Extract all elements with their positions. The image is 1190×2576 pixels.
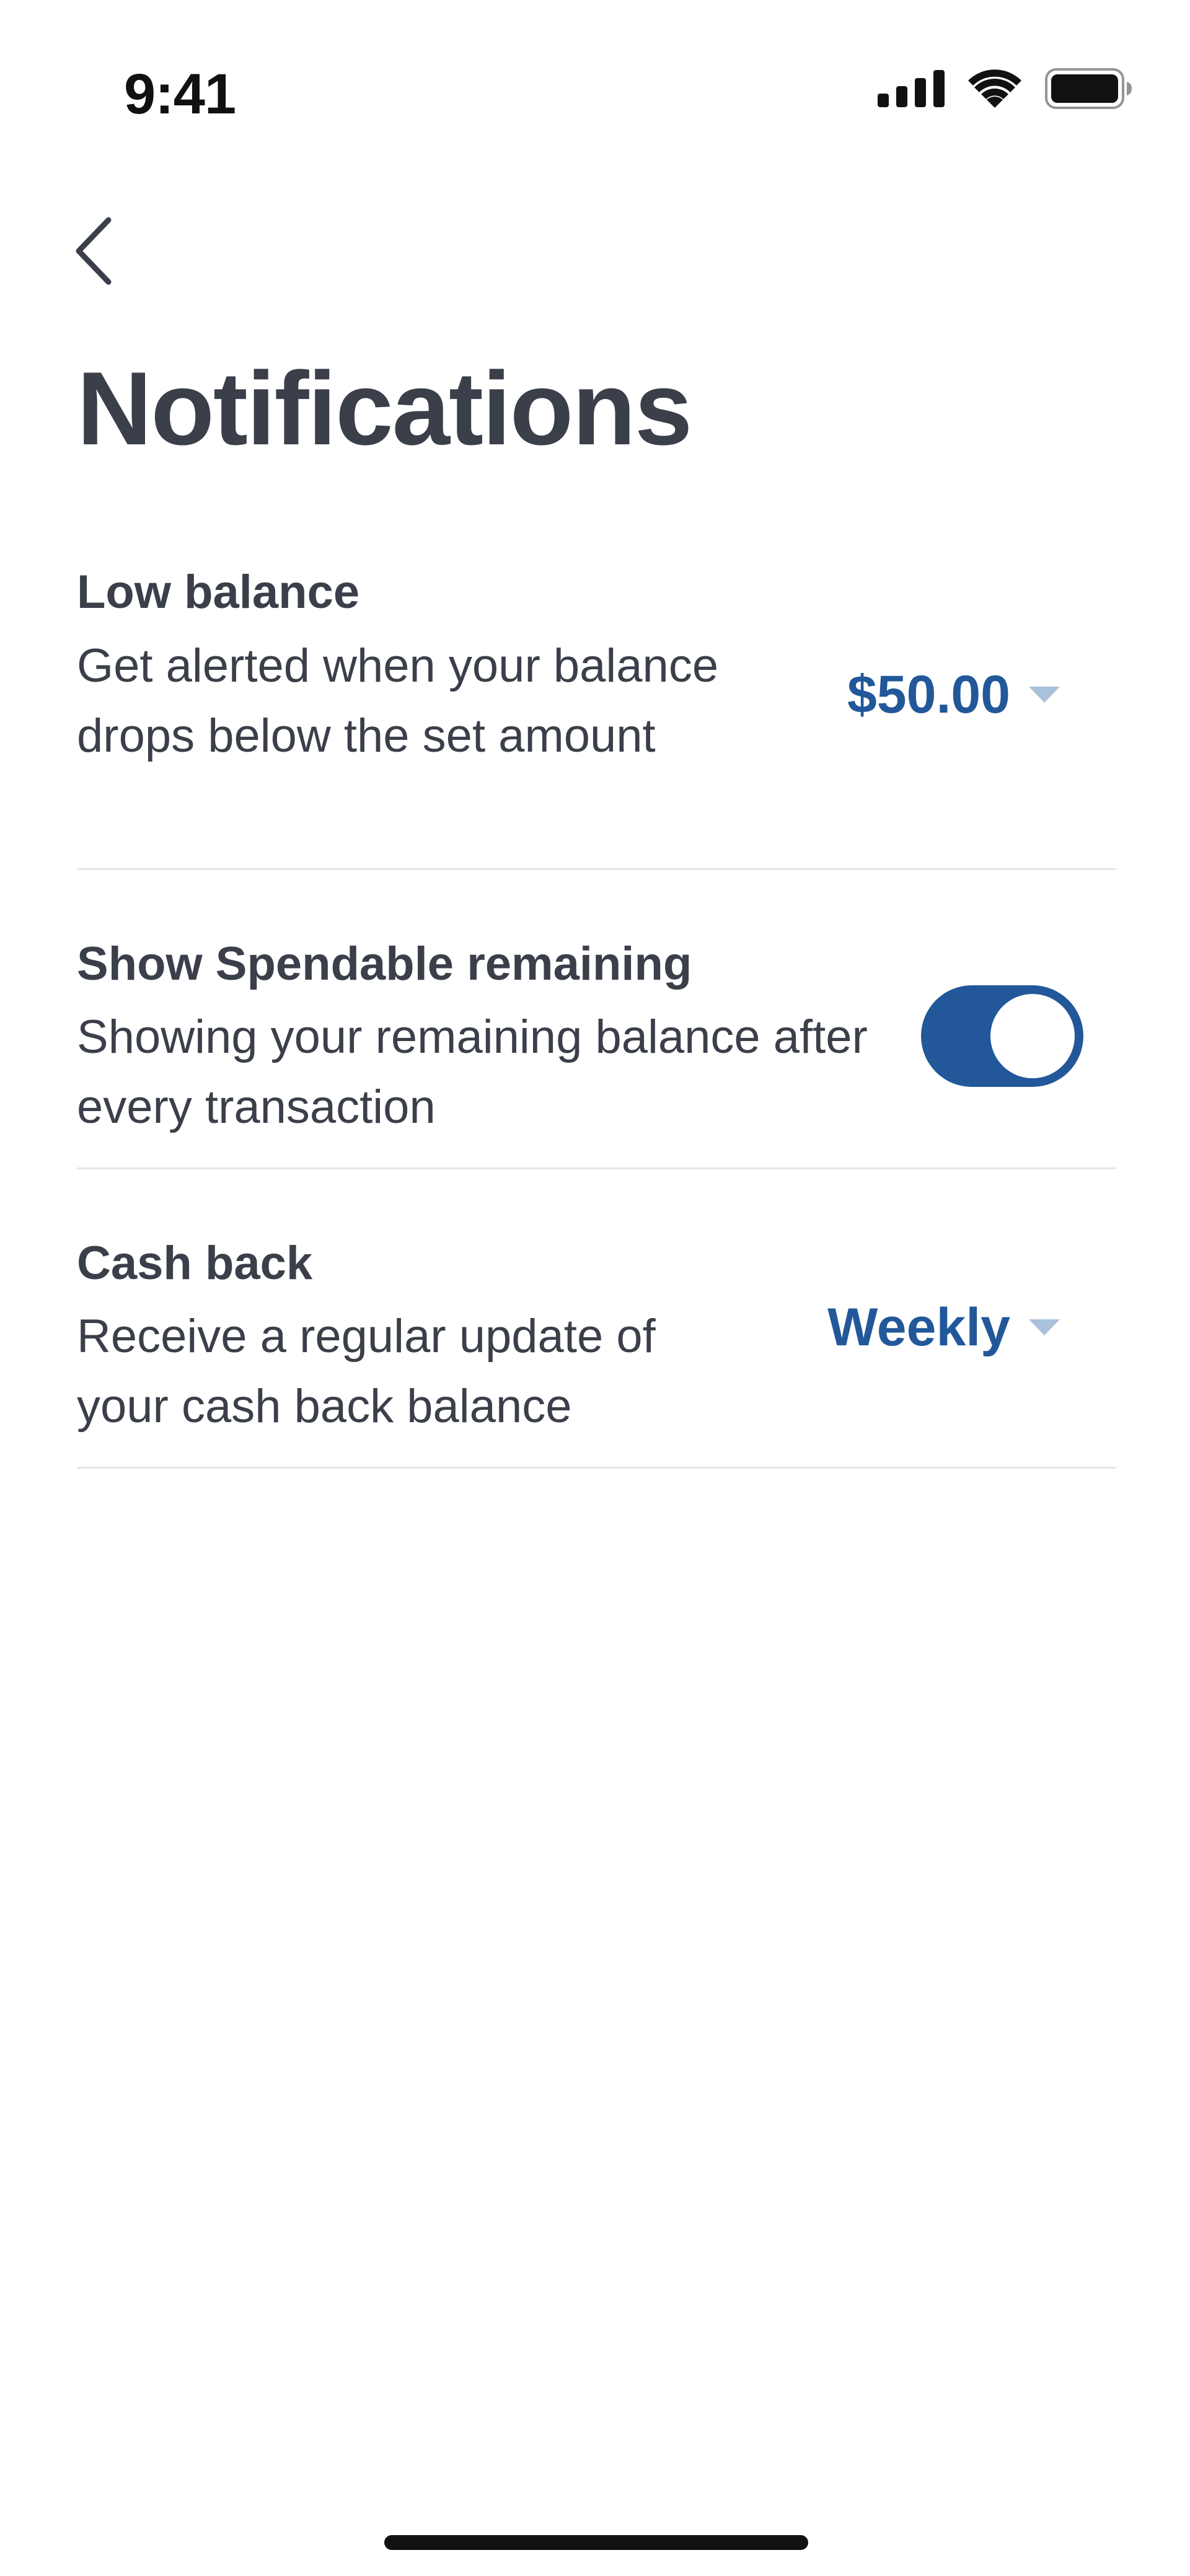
dropdown-value: Weekly: [827, 1298, 1010, 1357]
caret-down-icon: [1029, 1319, 1060, 1335]
status-icons: [878, 68, 1132, 109]
cash-back-frequency-dropdown[interactable]: Weekly: [827, 1301, 1060, 1354]
chevron-left-icon: [76, 217, 112, 285]
setting-title: Show Spendable remaining: [77, 938, 692, 990]
battery-icon: [1045, 68, 1132, 109]
page-title: Notifications: [77, 350, 692, 467]
settings-list: Low balance Get alerted when your balanc…: [77, 552, 1116, 1469]
status-bar: 9:41: [0, 0, 1190, 186]
caret-down-icon: [1029, 687, 1060, 703]
setting-description: Showing your remaining balance after eve…: [77, 1011, 868, 1133]
wifi-icon: [968, 69, 1021, 108]
spendable-remaining-toggle[interactable]: [921, 985, 1083, 1087]
dropdown-value: $50.00: [847, 665, 1010, 724]
setting-title: Low balance: [77, 566, 360, 618]
setting-description: Get alerted when your balance drops belo…: [77, 640, 719, 762]
status-time: 9:41: [124, 63, 236, 126]
setting-description: Receive a regular update of your cash ba…: [77, 1310, 656, 1433]
cellular-signal-icon: [878, 70, 945, 107]
low-balance-amount-dropdown[interactable]: $50.00: [847, 668, 1060, 721]
setting-row-spendable-remaining: Show Spendable remaining Showing your re…: [77, 870, 1116, 1169]
setting-row-low-balance: Low balance Get alerted when your balanc…: [77, 552, 1116, 870]
home-indicator[interactable]: [384, 2535, 808, 2550]
setting-row-cash-back: Cash back Receive a regular update of yo…: [77, 1169, 1116, 1469]
toggle-knob: [990, 994, 1075, 1078]
back-button[interactable]: [62, 211, 124, 291]
setting-title: Cash back: [77, 1237, 313, 1290]
